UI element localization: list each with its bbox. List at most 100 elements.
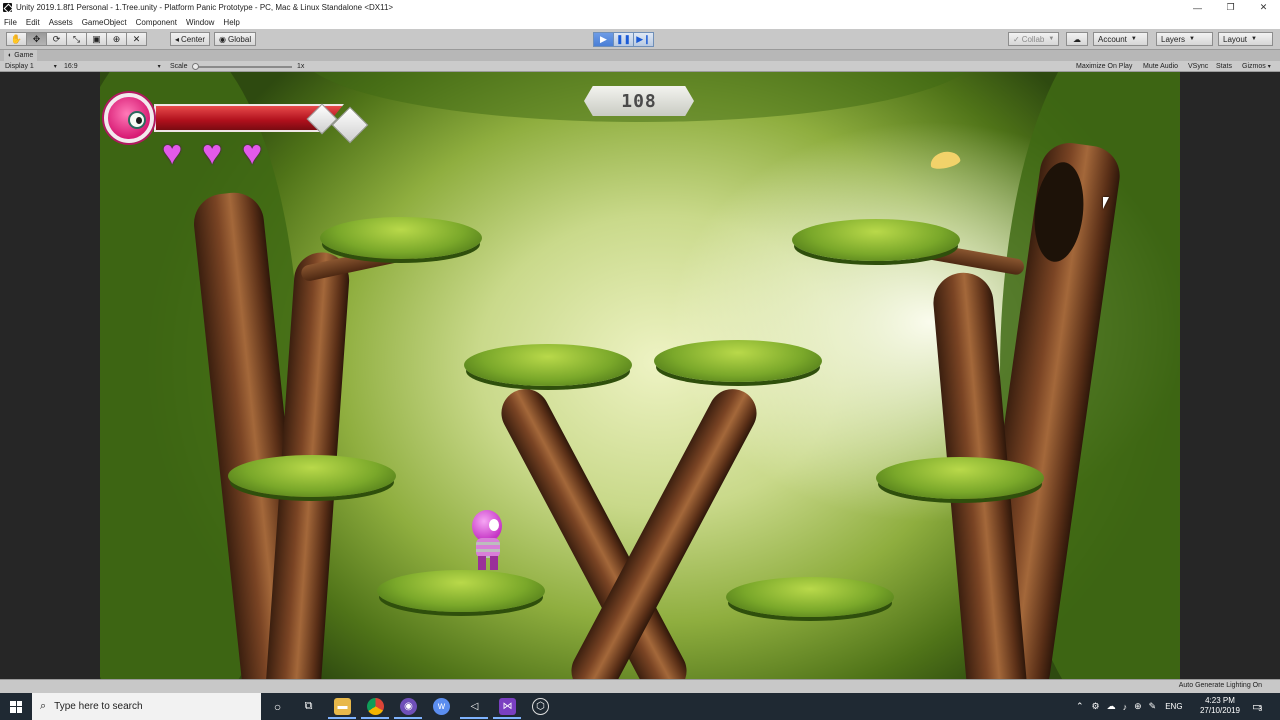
menu-edit[interactable]: Edit: [26, 18, 40, 27]
player-portrait: [104, 93, 154, 143]
menu-assets[interactable]: Assets: [49, 18, 73, 27]
wunderlist-icon[interactable]: w: [433, 698, 450, 715]
rotate-tool-icon[interactable]: ⟳: [46, 32, 67, 46]
menu-file[interactable]: File: [4, 18, 17, 27]
vsync-toggle[interactable]: VSync: [1188, 61, 1208, 72]
scale-slider-track[interactable]: [196, 66, 292, 68]
close-button[interactable]: ✕: [1247, 0, 1280, 15]
layers-label: Layers: [1161, 34, 1186, 44]
volume-icon[interactable]: ♪: [1123, 702, 1128, 712]
platform-mid-right: [654, 340, 822, 382]
chevron-up-icon[interactable]: ⌃: [1076, 701, 1084, 712]
visual-studio-icon[interactable]: ⋈: [499, 698, 516, 715]
platform-mid-left: [464, 344, 632, 386]
menu-component[interactable]: Component: [136, 18, 177, 27]
heart-icon: ♥: [162, 134, 183, 172]
obs-icon[interactable]: ◉: [400, 698, 417, 715]
window-controls: — ❐ ✕: [1181, 0, 1280, 15]
cloud-button[interactable]: ☁: [1066, 32, 1088, 46]
unity-hub-icon[interactable]: ⬡: [532, 698, 549, 715]
collab-button[interactable]: ✓ Collab ▼: [1008, 32, 1060, 46]
play-button[interactable]: ▶: [593, 32, 614, 47]
file-explorer-icon[interactable]: ▬: [334, 698, 351, 715]
transform-tools: ✋ ✥ ⟳ ⤡ ▣ ⊕ ✕: [6, 32, 147, 46]
collab-label: Collab: [1021, 34, 1045, 44]
space-toggle-button[interactable]: ◉ Global: [214, 32, 257, 46]
portrait-eye-icon: [128, 111, 146, 129]
task-view-icon[interactable]: ⧉: [300, 698, 317, 715]
falling-leaf: [928, 149, 962, 171]
player-character: [466, 510, 510, 574]
gizmos-label: Gizmos: [1242, 63, 1266, 70]
account-dropdown[interactable]: Account ▼: [1093, 32, 1148, 46]
mouse-cursor-icon: [1103, 197, 1109, 209]
game-tab-bar: ◐ Game: [0, 50, 1280, 61]
player-body: [476, 538, 500, 558]
maximize-button[interactable]: ❐: [1214, 0, 1247, 15]
chevron-down-icon: ▼: [1130, 36, 1137, 42]
start-button[interactable]: [0, 693, 32, 720]
file-explorer-active-indicator: [328, 717, 356, 719]
layout-label: Layout: [1223, 34, 1248, 44]
timer-display: 108: [584, 86, 694, 116]
tab-game[interactable]: ◐ Game: [4, 50, 38, 61]
chevron-down-icon: ▾: [1267, 64, 1271, 70]
step-button[interactable]: ▶❙: [633, 32, 654, 47]
menu-window[interactable]: Window: [186, 18, 214, 27]
scale-slider-thumb[interactable]: [192, 63, 199, 70]
aspect-dropdown[interactable]: 16:9 ▾: [64, 61, 161, 72]
chevron-down-icon: ▼: [1048, 36, 1055, 42]
pivot-toggle-button[interactable]: ◂ Center: [170, 32, 211, 46]
platform-low-left: [228, 455, 396, 497]
hand-tool-icon[interactable]: ✋: [6, 32, 27, 46]
search-placeholder: Type here to search: [54, 701, 143, 712]
game-scene[interactable]: ♥ ♥ ♥ 108: [100, 72, 1180, 679]
gizmos-dropdown[interactable]: Gizmos ▾: [1242, 61, 1271, 72]
rect-tool-icon[interactable]: ▣: [86, 32, 107, 46]
account-label: Account: [1098, 34, 1127, 44]
platform-top-right: [792, 219, 960, 261]
maximize-on-play-toggle[interactable]: Maximize On Play: [1076, 61, 1132, 72]
windows-logo-icon: [10, 700, 22, 713]
custom-tool-icon[interactable]: ✕: [126, 32, 147, 46]
chevron-down-icon: ▼: [1251, 36, 1257, 42]
pen-icon[interactable]: ✎: [1149, 701, 1157, 712]
network-app-icon[interactable]: ⚙: [1092, 701, 1100, 712]
scale-tool-icon[interactable]: ⤡: [66, 32, 87, 46]
main-toolbar: ✋ ✥ ⟳ ⤡ ▣ ⊕ ✕ ◂ Center ◉ Global ▶ ❚❚ ▶❙ …: [0, 29, 1280, 50]
move-tool-icon[interactable]: ✥: [26, 32, 47, 46]
game-viewport[interactable]: ♥ ♥ ♥ 108: [0, 72, 1280, 679]
network-icon[interactable]: ⊕: [1134, 701, 1142, 712]
display-dropdown[interactable]: Display 1 ▾: [5, 61, 57, 72]
layers-dropdown[interactable]: Layers ▼: [1156, 32, 1213, 46]
chrome-icon[interactable]: [367, 698, 384, 715]
display-label: Display 1: [5, 63, 34, 70]
platform-top-left: [320, 217, 482, 259]
menu-help[interactable]: Help: [223, 18, 239, 27]
taskbar-clock[interactable]: 4:23 PM 27/10/2019: [1196, 696, 1244, 716]
onedrive-icon[interactable]: ☁: [1107, 701, 1116, 712]
heart-icon: ♥: [242, 134, 263, 172]
unity-taskbar-icon[interactable]: ◁: [466, 698, 483, 715]
status-text: Auto Generate Lighting On: [1178, 682, 1262, 689]
menu-gameobject[interactable]: GameObject: [82, 18, 127, 27]
windows-taskbar: ⌕ Type here to search ○ ⧉ ▬ ◉ w ◁ ⋈ ⬡ ⌃ …: [0, 693, 1280, 720]
unity-active-indicator: [460, 717, 488, 719]
status-bar: Auto Generate Lighting On: [0, 679, 1280, 693]
layout-dropdown[interactable]: Layout ▼: [1218, 32, 1273, 46]
taskbar-search-box[interactable]: ⌕ Type here to search: [32, 693, 261, 720]
pivot-label: Center: [181, 34, 206, 44]
transform-tool-icon[interactable]: ⊕: [106, 32, 127, 46]
language-indicator[interactable]: ENG: [1165, 702, 1182, 711]
platform-low-right: [876, 457, 1044, 499]
clock-date: 27/10/2019: [1199, 706, 1241, 715]
notification-center-button[interactable]: ▭ 3: [1252, 693, 1262, 720]
system-tray: ⌃ ⚙ ☁ ♪ ⊕ ✎ ENG: [1076, 693, 1183, 720]
minimize-button[interactable]: —: [1181, 0, 1214, 15]
screen: Unity 2019.1.8f1 Personal - 1.Tree.unity…: [0, 0, 1280, 720]
pause-button[interactable]: ❚❚: [613, 32, 634, 47]
mute-audio-toggle[interactable]: Mute Audio: [1143, 61, 1178, 72]
stats-toggle[interactable]: Stats: [1216, 61, 1232, 72]
chevron-down-icon: ▾: [157, 64, 161, 70]
cortana-icon[interactable]: ○: [269, 698, 286, 715]
